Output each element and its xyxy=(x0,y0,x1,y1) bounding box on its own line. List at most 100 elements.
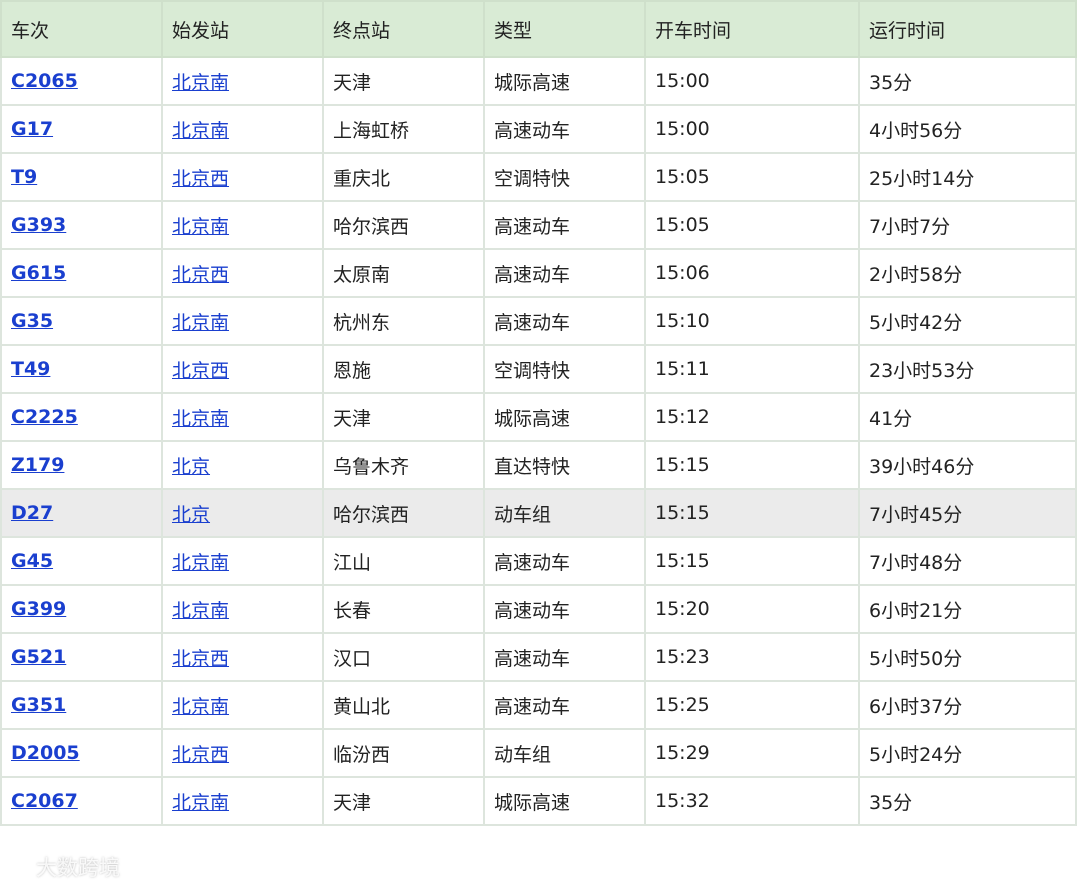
table-row: G521 北京西 汉口 高速动车 15:23 5小时50分 xyxy=(0,632,1077,682)
cell-terminal-station: 汉口 xyxy=(322,632,485,682)
cell-travel-duration: 25小时14分 xyxy=(858,152,1077,202)
train-number-link[interactable]: G393 xyxy=(11,214,66,236)
train-number-link[interactable]: G399 xyxy=(11,598,66,620)
cell-train-number: T9 xyxy=(0,152,163,202)
cell-terminal-station: 黄山北 xyxy=(322,680,485,730)
train-number-link[interactable]: C2225 xyxy=(11,406,78,428)
train-number-link[interactable]: T49 xyxy=(11,358,50,380)
cell-train-type: 高速动车 xyxy=(483,296,646,346)
cell-origin-station: 北京南 xyxy=(161,200,324,250)
table-row: C2065 北京南 天津 城际高速 15:00 35分 xyxy=(0,56,1077,106)
cell-travel-duration: 5小时24分 xyxy=(858,728,1077,778)
cell-terminal-station: 临汾西 xyxy=(322,728,485,778)
cell-terminal-station: 长春 xyxy=(322,584,485,634)
origin-station-link[interactable]: 北京南 xyxy=(172,312,229,334)
cell-train-type: 动车组 xyxy=(483,488,646,538)
cell-train-number: G17 xyxy=(0,104,163,154)
cell-departure-time: 15:23 xyxy=(644,632,860,682)
header-train-number: 车次 xyxy=(0,0,163,58)
origin-station-link[interactable]: 北京西 xyxy=(172,168,229,190)
cell-travel-duration: 35分 xyxy=(858,776,1077,826)
cell-departure-time: 15:15 xyxy=(644,488,860,538)
cell-train-type: 城际高速 xyxy=(483,776,646,826)
cell-departure-time: 15:12 xyxy=(644,392,860,442)
cell-train-number: D27 xyxy=(0,488,163,538)
origin-station-link[interactable]: 北京西 xyxy=(172,264,229,286)
cell-train-number: G521 xyxy=(0,632,163,682)
cell-train-type: 高速动车 xyxy=(483,680,646,730)
cell-travel-duration: 35分 xyxy=(858,56,1077,106)
cell-travel-duration: 39小时46分 xyxy=(858,440,1077,490)
train-number-link[interactable]: Z179 xyxy=(11,454,64,476)
origin-station-link[interactable]: 北京西 xyxy=(172,648,229,670)
train-schedule-table: 车次 始发站 终点站 类型 开车时间 运行时间 C2065 北京南 天津 城际高速 15… xyxy=(0,0,1077,826)
cell-departure-time: 15:25 xyxy=(644,680,860,730)
table-row: G615 北京西 太原南 高速动车 15:06 2小时58分 xyxy=(0,248,1077,298)
cell-train-type: 高速动车 xyxy=(483,632,646,682)
origin-station-link[interactable]: 北京南 xyxy=(172,408,229,430)
train-number-link[interactable]: G521 xyxy=(11,646,66,668)
cell-origin-station: 北京南 xyxy=(161,536,324,586)
cell-departure-time: 15:32 xyxy=(644,776,860,826)
table-row: G393 北京南 哈尔滨西 高速动车 15:05 7小时7分 xyxy=(0,200,1077,250)
cell-travel-duration: 41分 xyxy=(858,392,1077,442)
table-header-row: 车次 始发站 终点站 类型 开车时间 运行时间 xyxy=(0,0,1077,58)
cell-terminal-station: 太原南 xyxy=(322,248,485,298)
cell-origin-station: 北京西 xyxy=(161,728,324,778)
origin-station-link[interactable]: 北京 xyxy=(172,456,210,478)
cell-train-type: 高速动车 xyxy=(483,200,646,250)
train-number-link[interactable]: G615 xyxy=(11,262,66,284)
train-number-link[interactable]: G351 xyxy=(11,694,66,716)
cell-train-type: 高速动车 xyxy=(483,584,646,634)
cell-train-number: T49 xyxy=(0,344,163,394)
train-number-link[interactable]: G45 xyxy=(11,550,53,572)
cell-terminal-station: 江山 xyxy=(322,536,485,586)
origin-station-link[interactable]: 北京南 xyxy=(172,600,229,622)
cell-train-number: G399 xyxy=(0,584,163,634)
cell-train-type: 空调特快 xyxy=(483,152,646,202)
origin-station-link[interactable]: 北京南 xyxy=(172,120,229,142)
origin-station-link[interactable]: 北京南 xyxy=(172,72,229,94)
train-number-link[interactable]: D27 xyxy=(11,502,53,524)
train-number-link[interactable]: D2005 xyxy=(11,742,80,764)
table-row: C2225 北京南 天津 城际高速 15:12 41分 xyxy=(0,392,1077,442)
origin-station-link[interactable]: 北京南 xyxy=(172,552,229,574)
cell-travel-duration: 7小时7分 xyxy=(858,200,1077,250)
cell-train-type: 高速动车 xyxy=(483,104,646,154)
cell-departure-time: 15:06 xyxy=(644,248,860,298)
train-number-link[interactable]: G35 xyxy=(11,310,53,332)
train-number-link[interactable]: T9 xyxy=(11,166,37,188)
cell-travel-duration: 23小时53分 xyxy=(858,344,1077,394)
cell-travel-duration: 6小时21分 xyxy=(858,584,1077,634)
cell-train-type: 高速动车 xyxy=(483,248,646,298)
cell-departure-time: 15:05 xyxy=(644,152,860,202)
cell-departure-time: 15:11 xyxy=(644,344,860,394)
table-row: G45 北京南 江山 高速动车 15:15 7小时48分 xyxy=(0,536,1077,586)
origin-station-link[interactable]: 北京南 xyxy=(172,696,229,718)
cell-train-number: G351 xyxy=(0,680,163,730)
table-row: C2067 北京南 天津 城际高速 15:32 35分 xyxy=(0,776,1077,826)
origin-station-link[interactable]: 北京西 xyxy=(172,744,229,766)
table-row: T49 北京西 恩施 空调特快 15:11 23小时53分 xyxy=(0,344,1077,394)
train-number-link[interactable]: G17 xyxy=(11,118,53,140)
table-body: C2065 北京南 天津 城际高速 15:00 35分 G17 北京南 上海虹桥 高速动车 15:0… xyxy=(0,56,1077,826)
cell-origin-station: 北京西 xyxy=(161,152,324,202)
watermark-logo-icon xyxy=(7,856,29,878)
cell-train-number: G615 xyxy=(0,248,163,298)
cell-train-number: C2225 xyxy=(0,392,163,442)
origin-station-link[interactable]: 北京南 xyxy=(172,216,229,238)
cell-origin-station: 北京南 xyxy=(161,56,324,106)
cell-terminal-station: 天津 xyxy=(322,776,485,826)
cell-train-type: 空调特快 xyxy=(483,344,646,394)
cell-origin-station: 北京西 xyxy=(161,632,324,682)
cell-train-number: G45 xyxy=(0,536,163,586)
origin-station-link[interactable]: 北京 xyxy=(172,504,210,526)
cell-origin-station: 北京南 xyxy=(161,104,324,154)
cell-origin-station: 北京 xyxy=(161,488,324,538)
header-departure-time: 开车时间 xyxy=(644,0,860,58)
train-number-link[interactable]: C2067 xyxy=(11,790,78,812)
origin-station-link[interactable]: 北京西 xyxy=(172,360,229,382)
origin-station-link[interactable]: 北京南 xyxy=(172,792,229,814)
train-number-link[interactable]: C2065 xyxy=(11,70,78,92)
cell-departure-time: 15:05 xyxy=(644,200,860,250)
